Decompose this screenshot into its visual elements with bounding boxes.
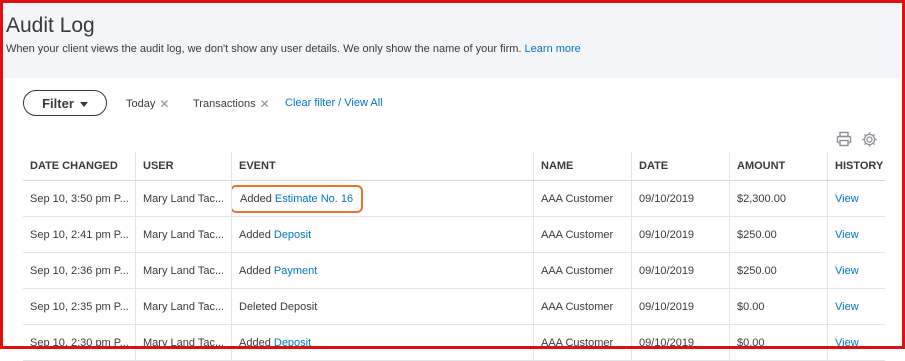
history-view-link[interactable]: View bbox=[827, 324, 885, 361]
event-link[interactable]: Estimate No. 16 bbox=[275, 193, 353, 205]
header-band bbox=[3, 3, 900, 78]
cell-user: Mary Land Tac... bbox=[135, 252, 232, 289]
cell-user: Mary Land Tac... bbox=[135, 288, 232, 325]
event-verb: Deleted Deposit bbox=[239, 300, 318, 313]
table-row: Sep 10, 2:30 pm P... Mary Land Tac... Ad… bbox=[23, 324, 885, 361]
chip-label: Transactions bbox=[193, 98, 256, 110]
history-view-link[interactable]: View bbox=[827, 252, 885, 289]
print-icon[interactable] bbox=[836, 131, 852, 147]
cell-date-changed: Sep 10, 2:36 pm P... bbox=[23, 252, 136, 289]
cell-date: 09/10/2019 bbox=[631, 288, 730, 325]
event-verb: Added bbox=[240, 192, 272, 205]
cell-date-changed: Sep 10, 3:50 pm P... bbox=[23, 180, 136, 217]
event-highlight-box: Added Estimate No. 16 bbox=[231, 184, 364, 213]
history-view-link[interactable]: View bbox=[827, 288, 885, 325]
chip-label: Today bbox=[126, 98, 156, 110]
cell-date-changed: Sep 10, 2:35 pm P... bbox=[23, 288, 136, 325]
column-header-name[interactable]: NAME bbox=[533, 152, 632, 181]
history-view-link[interactable]: View bbox=[827, 180, 885, 217]
cell-amount: $250.00 bbox=[729, 216, 828, 253]
gear-icon[interactable] bbox=[861, 131, 878, 148]
learn-more-link[interactable]: Learn more bbox=[525, 43, 581, 55]
cell-user: Mary Land Tac... bbox=[135, 216, 232, 253]
page-subtitle: When your client views the audit log, we… bbox=[6, 43, 581, 55]
cell-amount: $0.00 bbox=[729, 288, 828, 325]
event-link[interactable]: Deposit bbox=[274, 229, 311, 241]
table-row: Sep 10, 2:35 pm P... Mary Land Tac... De… bbox=[23, 288, 885, 325]
cell-amount: $2,300.00 bbox=[729, 180, 828, 217]
subtitle-text: When your client views the audit log, we… bbox=[6, 43, 522, 55]
cell-event: Deleted Deposit bbox=[231, 288, 534, 325]
cell-event: Added Deposit bbox=[231, 324, 534, 361]
event-verb: Added bbox=[239, 336, 271, 349]
event-link[interactable]: Payment bbox=[274, 265, 317, 277]
event-verb: Added bbox=[239, 264, 271, 277]
cell-user: Mary Land Tac... bbox=[135, 180, 232, 217]
column-header-event[interactable]: EVENT bbox=[231, 152, 534, 181]
cell-event: Added Deposit bbox=[231, 216, 534, 253]
cell-name: AAA Customer bbox=[533, 324, 632, 361]
table-row: Sep 10, 2:41 pm P... Mary Land Tac... Ad… bbox=[23, 216, 885, 253]
cell-name: AAA Customer bbox=[533, 180, 632, 217]
filter-button-label: Filter bbox=[42, 95, 74, 111]
cell-amount: $250.00 bbox=[729, 252, 828, 289]
cell-date: 09/10/2019 bbox=[631, 324, 730, 361]
cell-date: 09/10/2019 bbox=[631, 180, 730, 217]
column-header-date-changed[interactable]: DATE CHANGED bbox=[23, 152, 136, 181]
caret-down-icon bbox=[79, 101, 88, 107]
column-header-user[interactable]: USER bbox=[135, 152, 232, 181]
cell-date-changed: Sep 10, 2:30 pm P... bbox=[23, 324, 136, 361]
cell-amount: $0.00 bbox=[729, 324, 828, 361]
cell-event: Added Estimate No. 16 bbox=[231, 180, 534, 217]
clear-filter-link[interactable]: Clear filter / View All bbox=[285, 97, 383, 109]
filter-button[interactable]: Filter bbox=[23, 90, 107, 116]
column-header-history: HISTORY bbox=[827, 152, 885, 181]
filter-chip-today: Today ✕ bbox=[126, 97, 169, 111]
cell-name: AAA Customer bbox=[533, 252, 632, 289]
table-row: Sep 10, 2:36 pm P... Mary Land Tac... Ad… bbox=[23, 252, 885, 289]
column-header-amount[interactable]: AMOUNT bbox=[729, 152, 828, 181]
table-row: Sep 10, 3:50 pm P... Mary Land Tac... Ad… bbox=[23, 180, 885, 217]
cell-user: Mary Land Tac... bbox=[135, 324, 232, 361]
cell-name: AAA Customer bbox=[533, 288, 632, 325]
cell-date-changed: Sep 10, 2:41 pm P... bbox=[23, 216, 136, 253]
table-header-row: DATE CHANGED USER EVENT NAME DATE AMOUNT… bbox=[23, 152, 885, 181]
audit-log-table: DATE CHANGED USER EVENT NAME DATE AMOUNT… bbox=[23, 152, 885, 361]
cell-date: 09/10/2019 bbox=[631, 216, 730, 253]
page-title: Audit Log bbox=[6, 14, 95, 37]
close-icon[interactable]: ✕ bbox=[159, 97, 169, 111]
cell-event: Added Payment bbox=[231, 252, 534, 289]
event-verb: Added bbox=[239, 228, 271, 241]
cell-date: 09/10/2019 bbox=[631, 252, 730, 289]
close-icon[interactable]: ✕ bbox=[260, 97, 270, 111]
event-link[interactable]: Deposit bbox=[274, 337, 311, 349]
history-view-link[interactable]: View bbox=[827, 216, 885, 253]
filter-chip-transactions: Transactions ✕ bbox=[193, 97, 270, 111]
column-header-date[interactable]: DATE bbox=[631, 152, 730, 181]
cell-name: AAA Customer bbox=[533, 216, 632, 253]
